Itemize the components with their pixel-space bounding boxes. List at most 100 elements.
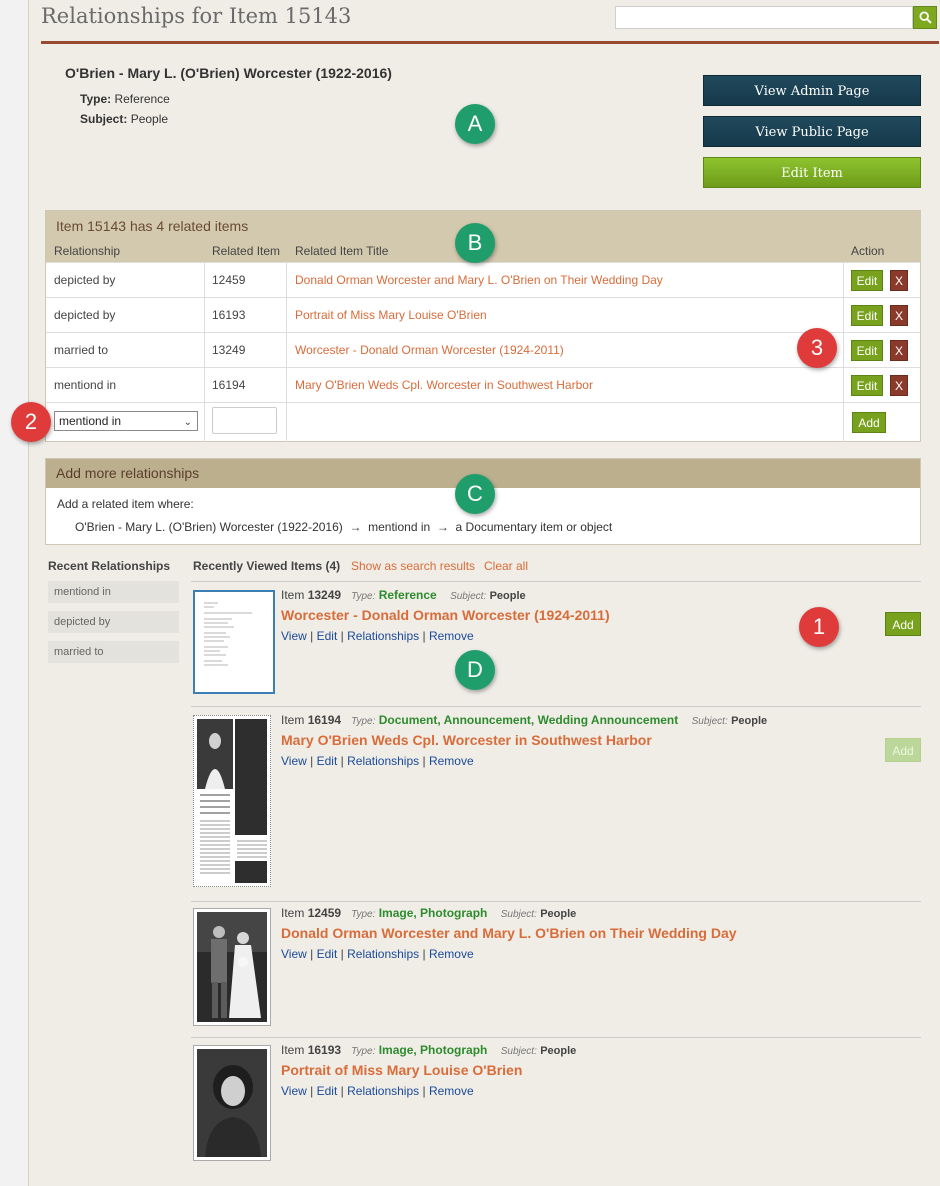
add-more-relation: mentiond in [368,520,431,534]
callout-d: D [455,650,495,690]
link-separator: | [310,947,314,961]
view-link[interactable]: View [281,947,307,961]
relationship-select-value: mentiond in [59,414,122,428]
recent-item-meta: Item 12459 Type: Image, Photograph Subje… [281,906,576,920]
relationship-select[interactable]: mentiond in ⌄ [54,411,198,431]
delete-relationship-button[interactable]: X [890,375,908,396]
table-row: married to 13249 Worcester - Donald Orma… [46,332,920,368]
add-recent-item-button[interactable]: Add [885,612,921,636]
item-prefix: Item [281,1043,305,1057]
search-input[interactable] [615,6,913,29]
recent-relationship-item[interactable]: mentiond in [48,581,179,603]
delete-relationship-button[interactable]: X [890,305,908,326]
recent-item-entry: Item 16193 Type: Image, Photograph Subje… [191,1043,921,1167]
table-row: mentiond in 16194 Mary O'Brien Weds Cpl.… [46,367,920,403]
column-divider [204,263,205,298]
view-link[interactable]: View [281,1084,307,1098]
page-title: Relationships for Item 15143 [41,4,352,28]
recent-items-divider [191,581,921,582]
item-thumbnail[interactable] [193,715,271,887]
delete-relationship-button[interactable]: X [890,270,908,291]
entry-divider [191,1037,921,1038]
relationships-link[interactable]: Relationships [347,754,419,768]
row-related-id: 12459 [212,273,246,287]
search-button[interactable] [913,6,937,29]
recent-item-title-link[interactable]: Mary O'Brien Weds Cpl. Worcester in Sout… [281,732,652,748]
subject-label: Subject: [691,716,728,727]
type-label: Type: [351,909,376,920]
edit-link[interactable]: Edit [317,947,338,961]
relationships-link[interactable]: Relationships [347,947,419,961]
recent-item-type: Document, Announcement, Wedding Announce… [378,713,679,727]
subject-label: Subject: [500,909,537,920]
item-subject: Subject: People [80,112,168,126]
edit-relationship-button[interactable]: Edit [851,375,883,396]
recent-item-title-link[interactable]: Portrait of Miss Mary Louise O'Brien [281,1062,522,1078]
remove-link[interactable]: Remove [429,947,474,961]
recent-item-id: 13249 [307,588,342,602]
item-thumbnail[interactable] [193,908,271,1026]
link-separator: | [310,754,314,768]
content-frame: Relationships for Item 15143 O'Brien - M… [11,0,940,1180]
edit-relationship-button[interactable]: Edit [851,270,883,291]
column-divider [286,403,287,442]
row-title-link[interactable]: Portrait of Miss Mary Louise O'Brien [295,298,487,333]
related-item-id-input[interactable] [212,407,277,434]
edit-relationship-button[interactable]: Edit [851,305,883,326]
table-row: depicted by 16193 Portrait of Miss Mary … [46,297,920,333]
remove-link[interactable]: Remove [429,754,474,768]
delete-relationship-button[interactable]: X [890,340,908,361]
show-as-search-results-link[interactable]: Show as search results [351,559,475,573]
view-link[interactable]: View [281,754,307,768]
row-title-link[interactable]: Worcester - Donald Orman Worcester (1924… [295,333,564,368]
view-link[interactable]: View [281,629,307,643]
edit-link[interactable]: Edit [317,1084,338,1098]
recent-item-title-link[interactable]: Worcester - Donald Orman Worcester (1924… [281,607,610,623]
column-divider [843,298,844,333]
item-subject-label: Subject: [80,112,128,126]
row-relationship: depicted by [54,308,116,322]
recent-item-meta: Item 16194 Type: Document, Announcement,… [281,713,767,727]
portrait-photo-thumbnail [197,1049,267,1157]
search-icon [919,11,932,24]
add-more-sentence: O'Brien - Mary L. (O'Brien) Worcester (1… [75,520,612,534]
item-thumbnail[interactable] [193,590,275,694]
column-divider [204,298,205,333]
link-separator: | [422,947,426,961]
arrow-right-icon: → [436,520,449,534]
link-separator: | [422,754,426,768]
col-header-relationship: Relationship [54,244,121,258]
add-more-object: a Documentary item or object [455,520,613,534]
recent-item-entry: Item 13249 Type: Reference Subject: Peop… [191,588,921,708]
add-relationship-button[interactable]: Add [852,412,886,433]
column-divider [843,333,844,368]
edit-link[interactable]: Edit [317,754,338,768]
recent-item-type: Image, Photograph [378,1043,488,1057]
row-title-link[interactable]: Donald Orman Worcester and Mary L. O'Bri… [295,263,663,298]
recent-relationship-item[interactable]: married to [48,641,179,663]
relationships-link[interactable]: Relationships [347,629,419,643]
view-public-page-button[interactable]: View Public Page [703,116,921,147]
item-thumbnail[interactable] [193,1045,271,1161]
link-separator: | [340,947,344,961]
edit-relationship-button[interactable]: Edit [851,340,883,361]
edit-item-button[interactable]: Edit Item [703,157,921,188]
callout-a: A [455,104,495,144]
link-separator: | [422,1084,426,1098]
recent-relationship-item[interactable]: depicted by [48,611,179,633]
row-title-link[interactable]: Mary O'Brien Weds Cpl. Worcester in Sout… [295,368,593,403]
clear-all-link[interactable]: Clear all [484,559,528,573]
wedding-photo-thumbnail [197,912,267,1022]
document-thumbnail-image [198,595,270,689]
column-divider [286,333,287,368]
new-relationship-row: mentiond in ⌄ Add [46,402,920,442]
column-divider [286,368,287,403]
remove-link[interactable]: Remove [429,629,474,643]
recent-item-title-link[interactable]: Donald Orman Worcester and Mary L. O'Bri… [281,925,737,941]
recent-item-links: View | Edit | Relationships | Remove [281,754,474,768]
edit-link[interactable]: Edit [317,629,338,643]
view-admin-page-button[interactable]: View Admin Page [703,75,921,106]
item-prefix: Item [281,906,305,920]
remove-link[interactable]: Remove [429,1084,474,1098]
relationships-link[interactable]: Relationships [347,1084,419,1098]
